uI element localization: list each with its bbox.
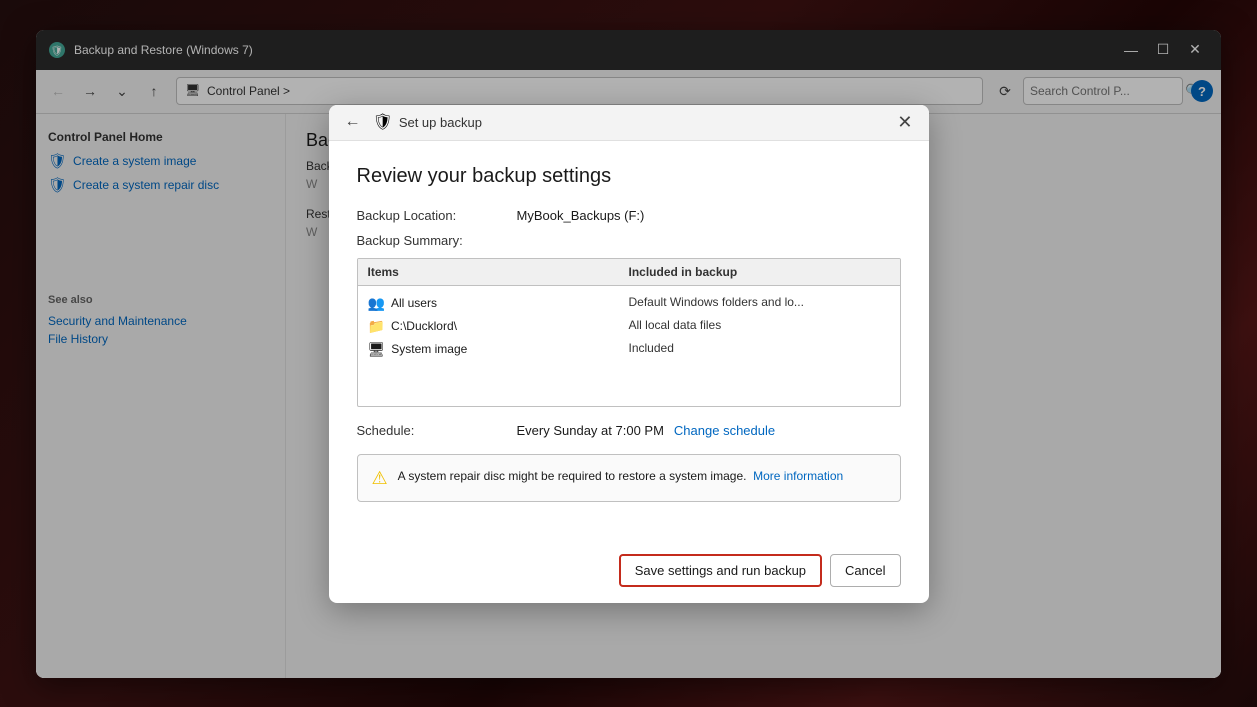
col-included-header: Included in backup [629, 265, 890, 279]
schedule-row: Schedule: Every Sunday at 7:00 PM Change… [357, 423, 901, 438]
backup-summary-label: Backup Summary: [357, 233, 517, 248]
schedule-label: Schedule: [357, 423, 517, 438]
system-image-label: System image [391, 342, 467, 356]
dialog-back-button[interactable]: ← [341, 113, 365, 131]
modal-overlay: ← 🛡 Set up backup ✕ Review your backup s… [36, 30, 1221, 678]
warning-icon: ⚠ [372, 468, 388, 489]
backup-table: Items Included in backup 👥 All users Def… [357, 258, 901, 407]
dialog-body: Review your backup settings Backup Locat… [329, 141, 929, 542]
backup-table-body: 👥 All users Default Windows folders and … [358, 286, 900, 406]
warning-box: ⚠ A system repair disc might be required… [357, 454, 901, 502]
table-cell-item-1: 📁 C:\Ducklord\ [368, 318, 629, 335]
dialog-title-icon: 🛡 [373, 112, 393, 132]
dialog-title-text: Set up backup [399, 115, 894, 130]
save-run-backup-button[interactable]: Save settings and run backup [619, 554, 822, 587]
backup-location-row: Backup Location: MyBook_Backups (F:) [357, 208, 901, 223]
table-row: 👥 All users Default Windows folders and … [368, 292, 890, 315]
change-schedule-link[interactable]: Change schedule [674, 423, 775, 438]
dialog: ← 🛡 Set up backup ✕ Review your backup s… [329, 105, 929, 603]
table-cell-included-2: Included [629, 341, 890, 358]
schedule-value: Every Sunday at 7:00 PM [517, 423, 664, 438]
col-items-header: Items [368, 265, 629, 279]
table-cell-item-0: 👥 All users [368, 295, 629, 312]
system-icon: 🖥 [368, 341, 386, 358]
table-cell-item-2: 🖥 System image [368, 341, 629, 358]
dialog-heading: Review your backup settings [357, 165, 901, 188]
backup-location-value: MyBook_Backups (F:) [517, 208, 645, 223]
all-users-icon: 👥 [368, 295, 385, 312]
table-row: 🖥 System image Included [368, 338, 890, 361]
backup-location-label: Backup Location: [357, 208, 517, 223]
folder-label: C:\Ducklord\ [391, 319, 457, 333]
table-cell-included-0: Default Windows folders and lo... [629, 295, 890, 312]
more-info-link[interactable]: More information [753, 469, 843, 483]
backup-table-header: Items Included in backup [358, 259, 900, 286]
folder-icon: 📁 [368, 318, 385, 335]
table-row: 📁 C:\Ducklord\ All local data files [368, 315, 890, 338]
all-users-label: All users [391, 296, 437, 310]
main-window: 🛡 Backup and Restore (Windows 7) — ☐ ✕ ←… [36, 30, 1221, 678]
table-cell-included-1: All local data files [629, 318, 890, 335]
dialog-footer: Save settings and run backup Cancel [329, 542, 929, 603]
dialog-title-bar: ← 🛡 Set up backup ✕ [329, 105, 929, 141]
warning-text: A system repair disc might be required t… [398, 467, 844, 485]
warning-message: A system repair disc might be required t… [398, 469, 747, 483]
backup-summary-row: Backup Summary: [357, 233, 901, 248]
cancel-button[interactable]: Cancel [830, 554, 900, 587]
dialog-close-button[interactable]: ✕ [893, 112, 916, 133]
